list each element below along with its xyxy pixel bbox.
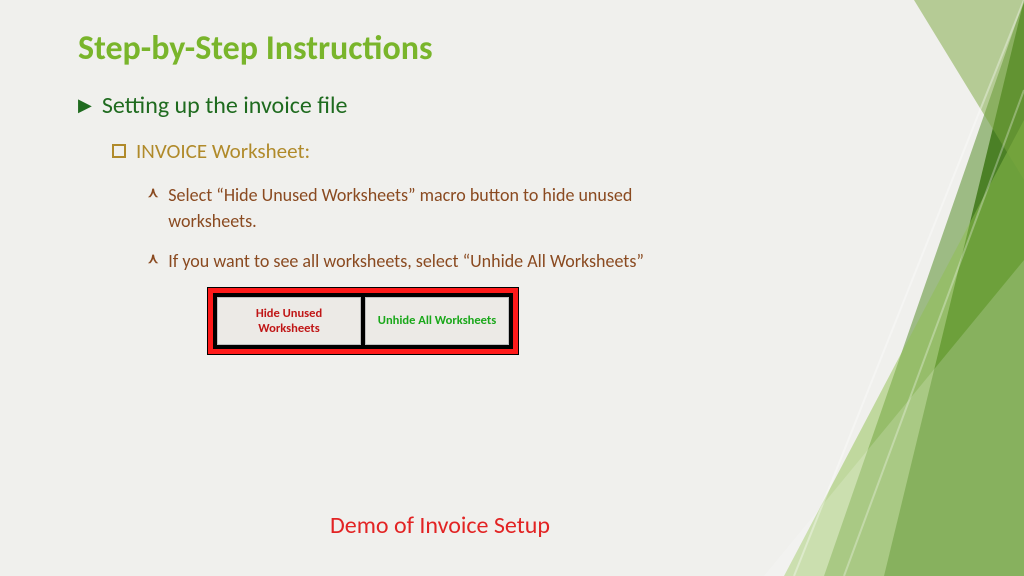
bullet-level2: INVOICE Worksheet: [112,138,700,164]
macro-buttons-image: Hide Unused Worksheets Unhide All Worksh… [208,288,518,354]
level3-text-a: Select “Hide Unused Worksheets” macro bu… [168,182,700,234]
level3-text-b: If you want to see all worksheets, selec… [168,248,644,274]
bullet-level3: ⋏ Select “Hide Unused Worksheets” macro … [148,182,700,234]
decorative-art [764,0,1024,576]
caret-icon: ⋏ [148,248,158,270]
bullet-level3: ⋏ If you want to see all worksheets, sel… [148,248,700,274]
slide-title: Step-by-Step Instructions [78,28,700,69]
level2-text: INVOICE Worksheet: [136,138,310,164]
unhide-all-button: Unhide All Worksheets [365,297,509,345]
level1-text: Setting up the invoice file [102,91,348,120]
square-icon [112,144,126,158]
content-area: Step-by-Step Instructions ▶ Setting up t… [0,0,760,354]
demo-caption: Demo of Invoice Setup [60,511,820,540]
slide: Step-by-Step Instructions ▶ Setting up t… [0,0,1024,576]
caret-icon: ⋏ [148,182,158,204]
bullet-level1: ▶ Setting up the invoice file [78,91,700,120]
hide-unused-button: Hide Unused Worksheets [217,297,361,345]
triangle-icon: ▶ [78,91,92,119]
